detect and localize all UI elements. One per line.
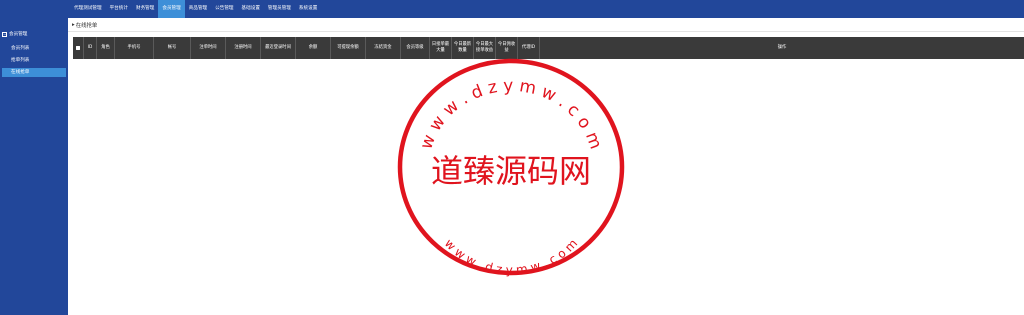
triangle-right-icon: ▸ [72, 22, 75, 28]
column-header-phone: 手机号 [115, 37, 154, 59]
column-header-last-login: 最近登录时间 [261, 37, 296, 59]
divider [68, 31, 1024, 32]
column-header-id: ID [84, 37, 97, 59]
nav-item-basic-settings[interactable]: 基础设置 [238, 0, 264, 18]
top-nav-bar: 代理测试管理 平台统计 财务管理 会员管理 商品管理 公告管理 基础设置 管理员… [0, 0, 1024, 18]
column-header-actions: 操作 [777, 45, 787, 50]
column-header-today-commission: 今日佣收益 [496, 37, 518, 59]
column-header-agent-id: 代理ID [518, 37, 540, 59]
main-content: ▸ 在线抢单 ID 角色 手机号 帐号 注单时间 注册时间 最近登录时间 余额 … [68, 18, 1024, 315]
sidebar-item-online-grab[interactable]: 在线抢单 [2, 68, 66, 77]
nav-item-system-settings[interactable]: 系统设置 [295, 0, 321, 18]
column-header-frozen: 冻结资金 [366, 37, 401, 59]
sidebar-item-member-list[interactable]: 会员列表 [2, 44, 66, 53]
column-header-today-max-income: 今日最大接单收益 [474, 37, 496, 59]
select-all-checkbox[interactable] [73, 37, 84, 59]
nav-item-admins[interactable]: 管理员管理 [264, 0, 295, 18]
nav-item-agent-test[interactable]: 代理测试管理 [70, 0, 106, 18]
column-header-register-time: 注册时间 [226, 37, 261, 59]
column-header-level: 会员等级 [401, 37, 430, 59]
breadcrumb: ▸ 在线抢单 [72, 21, 97, 29]
nav-item-products[interactable]: 商品管理 [185, 0, 211, 18]
nav-item-members[interactable]: 会员管理 [158, 0, 185, 18]
column-header-withdrawable: 可提现余额 [331, 37, 366, 59]
column-header-role: 角色 [97, 37, 115, 59]
sidebar-group-label: 会员管理 [9, 32, 28, 37]
column-header-order-time: 注单时间 [191, 37, 226, 59]
nav-item-finance[interactable]: 财务管理 [132, 0, 158, 18]
column-header-daily-max: 日接单最大量 [430, 37, 452, 59]
sidebar: − 会员管理 会员列表 抢单列表 在线抢单 [0, 18, 68, 315]
table-header: ID 角色 手机号 帐号 注单时间 注册时间 最近登录时间 余额 可提现余额 冻… [73, 37, 1024, 59]
top-nav: 代理测试管理 平台统计 财务管理 会员管理 商品管理 公告管理 基础设置 管理员… [70, 0, 321, 18]
nav-item-announcements[interactable]: 公告管理 [211, 0, 237, 18]
checkbox-icon[interactable] [76, 46, 80, 50]
nav-item-platform-stats[interactable]: 平台统计 [106, 0, 132, 18]
breadcrumb-label: 在线抢单 [75, 23, 98, 29]
collapse-icon: − [2, 31, 7, 37]
column-header-today-count: 今日最新数量 [452, 37, 474, 59]
column-header-balance: 余额 [296, 37, 331, 59]
sidebar-group-members[interactable]: − 会员管理 [2, 31, 27, 37]
column-header-account: 帐号 [154, 37, 191, 59]
sidebar-item-grab-list[interactable]: 抢单列表 [2, 56, 66, 65]
